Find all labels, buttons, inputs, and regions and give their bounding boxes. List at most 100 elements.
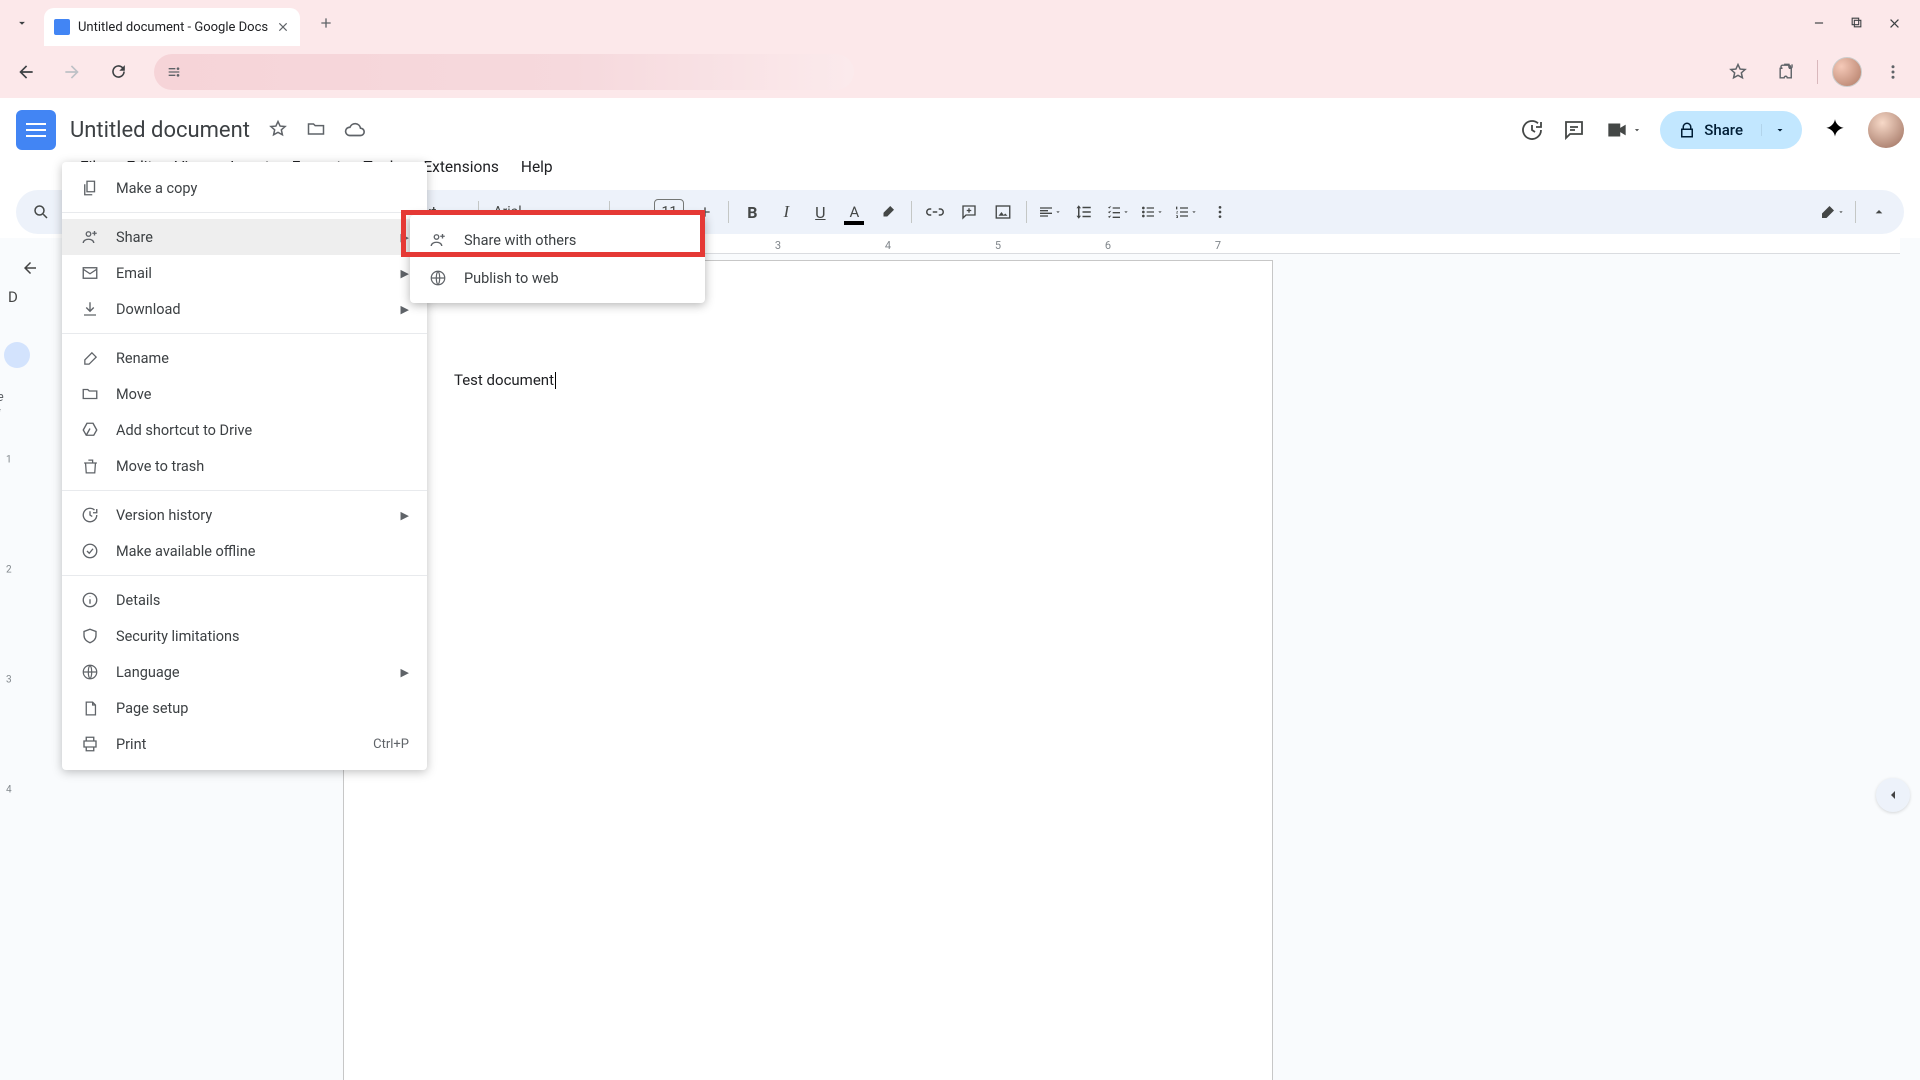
minimize-button[interactable] xyxy=(1812,16,1826,31)
google-docs-app: Untitled document Share xyxy=(0,98,1920,1080)
document-page[interactable]: Test document xyxy=(343,260,1273,1080)
browser-toolbar xyxy=(0,46,1920,98)
checklist-icon xyxy=(1106,204,1122,220)
browser-tab[interactable]: Untitled document - Google Docs xyxy=(44,8,300,46)
star-icon xyxy=(1728,62,1748,82)
browser-tab-strip: Untitled document - Google Docs xyxy=(0,0,1920,46)
person-add-icon xyxy=(428,230,448,250)
meet-button[interactable] xyxy=(1604,117,1642,143)
file-menu-version-history[interactable]: Version history ▶ xyxy=(62,497,427,533)
file-menu-rename[interactable]: Rename xyxy=(62,340,427,376)
submenu-arrow-icon: ▶ xyxy=(401,509,409,522)
file-menu-offline[interactable]: Make available offline xyxy=(62,533,427,569)
menu-label: Share with others xyxy=(464,232,576,249)
tab-title: Untitled document - Google Docs xyxy=(78,20,268,35)
gemini-button[interactable] xyxy=(1820,115,1850,145)
person-add-icon xyxy=(80,227,100,247)
minimize-icon xyxy=(1812,16,1826,30)
menu-label: Publish to web xyxy=(464,270,559,287)
browser-menu-button[interactable] xyxy=(1876,55,1910,89)
menu-shortcut: Ctrl+P xyxy=(373,737,409,752)
address-bar[interactable] xyxy=(154,54,854,90)
collapse-toolbar-button[interactable] xyxy=(1864,197,1894,227)
tabs-dropdown-button[interactable] xyxy=(8,9,36,37)
menu-label: Move xyxy=(116,386,151,403)
align-left-icon xyxy=(1038,204,1054,220)
vertical-ruler: 1 2 3 4 xyxy=(6,370,20,1080)
menu-label: Details xyxy=(116,592,160,609)
pencil-icon xyxy=(80,348,100,368)
file-menu-add-shortcut[interactable]: Add shortcut to Drive xyxy=(62,412,427,448)
drive-shortcut-icon xyxy=(80,420,100,440)
highlight-button[interactable] xyxy=(873,197,903,227)
insert-image-button[interactable] xyxy=(988,197,1018,227)
cloud-icon xyxy=(344,119,366,141)
trash-icon xyxy=(80,456,100,476)
docs-logo-icon xyxy=(26,129,46,131)
move-document-button[interactable] xyxy=(306,119,326,141)
bookmark-button[interactable] xyxy=(1721,55,1755,89)
shield-icon xyxy=(80,626,100,646)
submenu-share-with-others[interactable]: Share with others xyxy=(410,221,705,259)
outline-back-button[interactable] xyxy=(21,259,39,277)
copy-icon xyxy=(80,178,100,198)
text-color-button[interactable]: A xyxy=(839,197,869,227)
explore-button[interactable] xyxy=(1876,778,1910,812)
italic-button[interactable]: I xyxy=(771,197,801,227)
file-menu-make-copy[interactable]: Make a copy xyxy=(62,170,427,206)
share-dropdown-button[interactable] xyxy=(1761,124,1798,136)
search-menus-button[interactable] xyxy=(26,197,56,227)
window-controls xyxy=(1812,16,1912,31)
file-menu-trash[interactable]: Move to trash xyxy=(62,448,427,484)
comments-button[interactable] xyxy=(1562,118,1586,142)
reload-button[interactable] xyxy=(102,56,134,88)
submenu-publish-to-web[interactable]: Publish to web xyxy=(410,259,705,297)
file-menu-page-setup[interactable]: Page setup xyxy=(62,690,427,726)
bold-button[interactable]: B xyxy=(737,197,767,227)
account-avatar-button[interactable] xyxy=(1868,112,1904,148)
insert-link-button[interactable] xyxy=(920,197,950,227)
add-comment-button[interactable] xyxy=(954,197,984,227)
numbered-list-button[interactable] xyxy=(1171,197,1201,227)
docs-home-button[interactable] xyxy=(16,110,56,150)
line-spacing-button[interactable] xyxy=(1069,197,1099,227)
star-document-button[interactable] xyxy=(268,119,288,141)
more-format-button[interactable] xyxy=(1205,197,1235,227)
close-window-button[interactable] xyxy=(1887,16,1902,31)
browser-profile-button[interactable] xyxy=(1832,57,1862,87)
bullet-list-button[interactable] xyxy=(1137,197,1167,227)
maximize-button[interactable] xyxy=(1850,16,1863,31)
back-button[interactable] xyxy=(10,56,42,88)
file-menu-email[interactable]: Email ▶ xyxy=(62,255,427,291)
file-menu-download[interactable]: Download ▶ xyxy=(62,291,427,327)
checklist-button[interactable] xyxy=(1103,197,1133,227)
print-icon xyxy=(80,734,100,754)
share-button[interactable]: Share xyxy=(1660,111,1802,149)
folder-move-icon xyxy=(306,119,326,139)
file-menu-share[interactable]: Share ▶ xyxy=(62,219,427,255)
file-menu-details[interactable]: Details xyxy=(62,582,427,618)
chevron-down-icon xyxy=(1837,208,1845,216)
file-menu-move[interactable]: Move xyxy=(62,376,427,412)
menu-extensions[interactable]: Extensions xyxy=(413,156,509,178)
close-icon xyxy=(276,20,290,34)
file-menu-language[interactable]: Language ▶ xyxy=(62,654,427,690)
line-spacing-icon xyxy=(1075,203,1093,221)
globe-icon xyxy=(428,268,448,288)
extensions-button[interactable] xyxy=(1769,55,1803,89)
new-tab-button[interactable] xyxy=(318,15,334,31)
forward-button[interactable] xyxy=(56,56,88,88)
underline-button[interactable]: U xyxy=(805,197,835,227)
version-history-button[interactable] xyxy=(1520,118,1544,142)
align-button[interactable] xyxy=(1035,197,1065,227)
file-menu-security[interactable]: Security limitations xyxy=(62,618,427,654)
cloud-status-button[interactable] xyxy=(344,119,366,141)
tab-indicator-dot[interactable] xyxy=(4,342,30,368)
site-settings-icon xyxy=(166,64,182,80)
editing-mode-button[interactable] xyxy=(1817,197,1847,227)
menu-help[interactable]: Help xyxy=(511,156,563,178)
file-menu-print[interactable]: Print Ctrl+P xyxy=(62,726,427,762)
close-tab-button[interactable] xyxy=(276,20,290,34)
reload-icon xyxy=(109,62,128,81)
document-title[interactable]: Untitled document xyxy=(70,118,250,143)
